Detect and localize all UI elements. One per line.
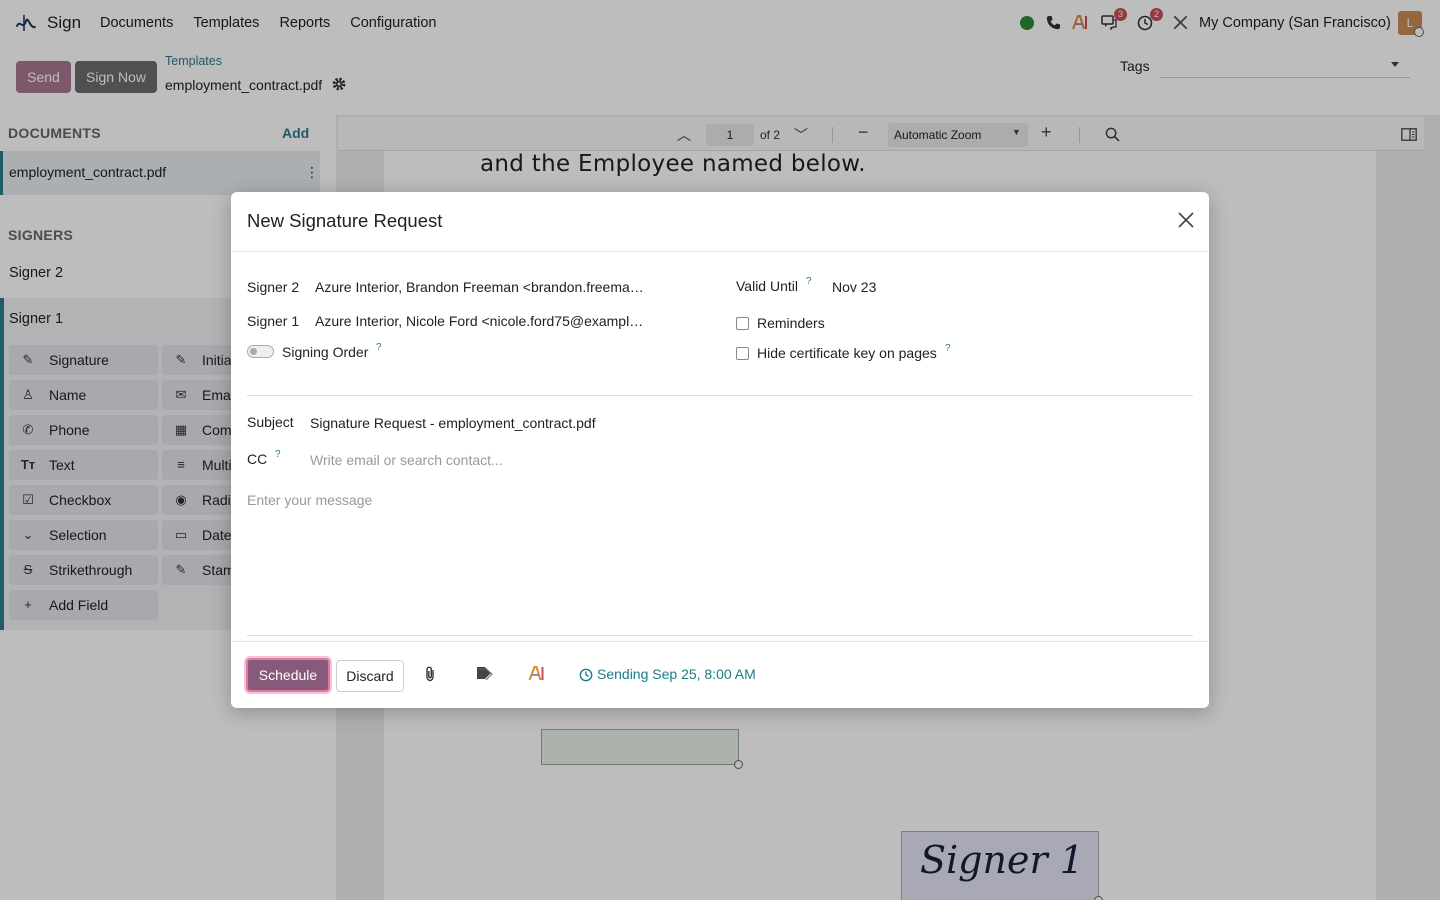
help-icon[interactable]: ?	[945, 343, 951, 354]
close-icon[interactable]	[1177, 211, 1195, 229]
message-textarea[interactable]: Enter your message	[247, 492, 372, 508]
section-divider	[247, 395, 1193, 396]
help-icon[interactable]: ?	[806, 276, 812, 287]
signing-order-toggle[interactable]	[247, 345, 274, 358]
signer1-label: Signer 1	[247, 313, 300, 329]
sending-schedule-link[interactable]: Sending Sep 25, 8:00 AM	[597, 666, 756, 682]
tag-icon[interactable]	[476, 666, 493, 680]
cc-label: CC	[247, 451, 268, 467]
modal-header: New Signature Request	[231, 192, 1209, 252]
signer2-label: Signer 2	[247, 279, 300, 295]
valid-until-field[interactable]: Nov 23	[832, 279, 876, 295]
help-icon[interactable]: ?	[376, 342, 382, 353]
schedule-button[interactable]: Schedule	[246, 658, 330, 692]
subject-input[interactable]: Signature Request - employment_contract.…	[310, 415, 596, 431]
editor-bottom-border	[247, 635, 1193, 636]
discard-button[interactable]: Discard	[336, 660, 404, 692]
signer2-field[interactable]: Azure Interior, Brandon Freeman <brandon…	[315, 279, 651, 295]
help-icon[interactable]: ?	[275, 449, 281, 460]
subject-label: Subject	[247, 414, 294, 430]
reminders-checkbox[interactable]	[736, 317, 749, 330]
signer1-field[interactable]: Azure Interior, Nicole Ford <nicole.ford…	[315, 313, 651, 329]
modal-title: New Signature Request	[247, 210, 443, 231]
signing-order-label: Signing Order	[282, 344, 369, 360]
new-signature-request-dialog: New Signature Request Signer 2 Azure Int…	[231, 192, 1209, 708]
paperclip-icon[interactable]	[424, 666, 436, 682]
valid-until-label: Valid Until	[736, 278, 798, 294]
clock-icon	[579, 668, 593, 682]
reminders-label: Reminders	[757, 315, 825, 331]
cc-input[interactable]: Write email or search contact...	[310, 452, 503, 468]
hide-certificate-checkbox[interactable]	[736, 347, 749, 360]
modal-footer: Schedule Discard Sending Sep 25, 8:00 AM	[231, 641, 1209, 708]
hide-certificate-label: Hide certificate key on pages	[757, 345, 937, 361]
ai-icon[interactable]	[527, 666, 547, 681]
